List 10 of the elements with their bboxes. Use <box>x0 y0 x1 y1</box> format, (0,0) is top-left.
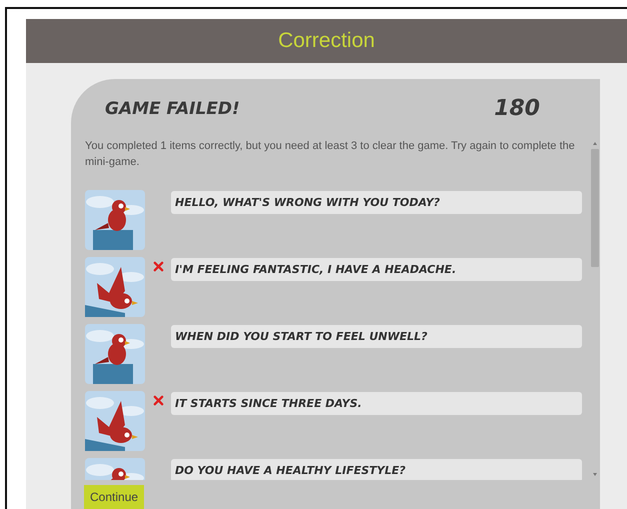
sentence-bubble: DO YOU HAVE A HEALTHY LIFESTYLE? <box>171 459 582 480</box>
result-message: You completed 1 items correctly, but you need at least 3 to clear the game. Try again to complete the mini-game. <box>85 139 576 170</box>
sentence-bubble: I'M FEELING FANTASTIC, I HAVE A HEADACHE. <box>171 258 582 281</box>
continue-button[interactable]: Continue <box>84 485 144 509</box>
sentence-bubble: HELLO, WHAT'S WRONG WITH YOU TODAY? <box>171 191 582 214</box>
sentence-bubble: IT STARTS SINCE THREE DAYS. <box>171 392 582 415</box>
sentence-bubble: WHEN DID YOU START TO FEEL UNWELL? <box>171 325 582 348</box>
score: 180 <box>494 96 540 121</box>
page-title: Correction <box>278 29 375 53</box>
result-heading: GAME FAILED! <box>105 98 240 118</box>
